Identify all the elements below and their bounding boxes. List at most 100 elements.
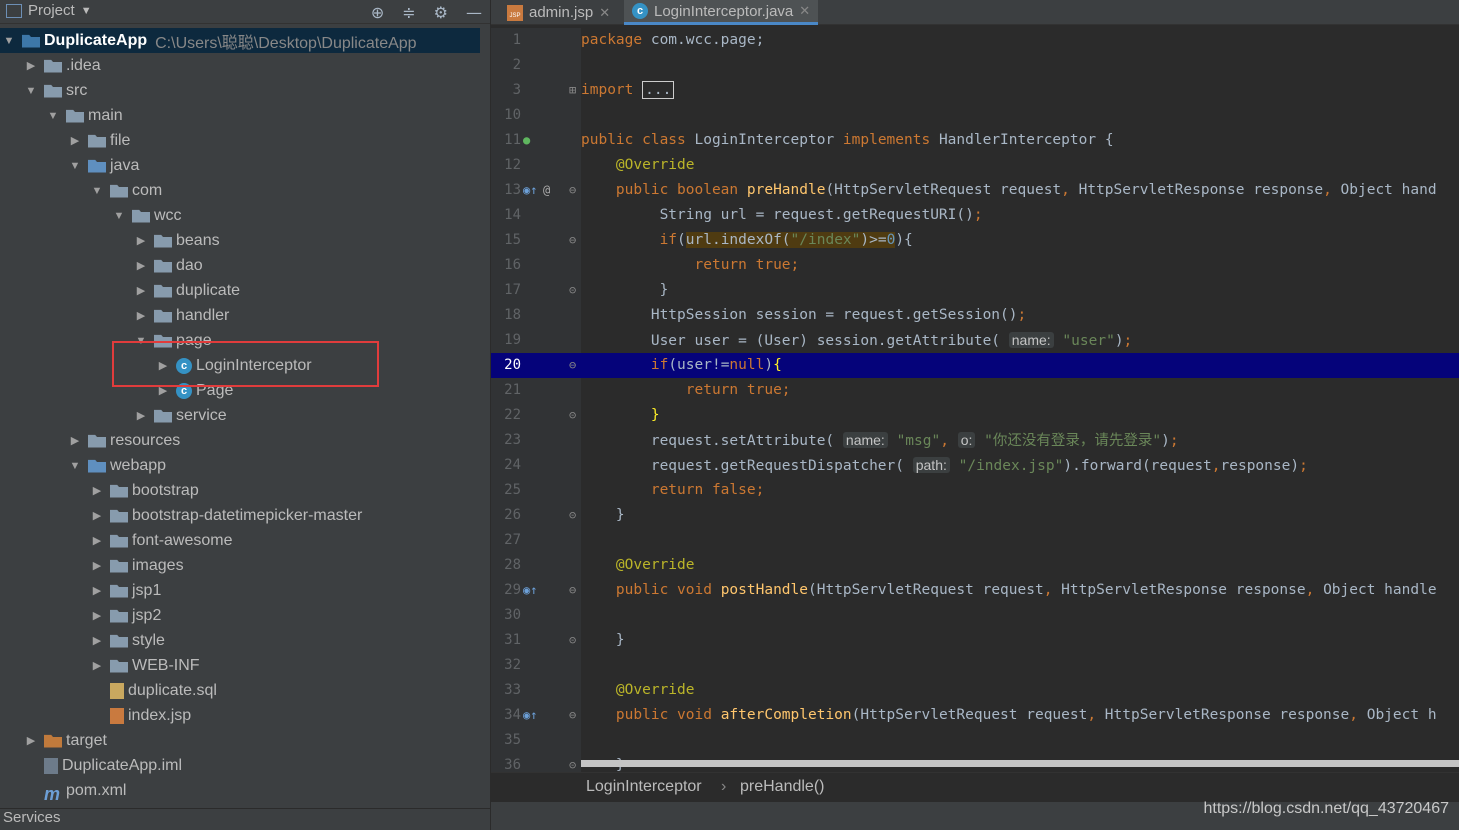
code-line: 13 ◉↑ @ ⊖ public boolean preHandle(HttpServ… [491, 178, 1459, 203]
code-line: 1 package com.wcc.page; [512, 32, 765, 48]
collapsed-arrow-icon[interactable]: ▶ [90, 484, 104, 497]
collapsed-arrow-icon[interactable]: ▶ [134, 409, 148, 422]
tree-item[interactable]: ▶ file [0, 128, 480, 153]
tree-item[interactable]: DuplicateApp.iml [0, 753, 480, 778]
tree-item-label: LoginInterceptor [196, 356, 312, 374]
tree-item-label: DuplicateApp.iml [62, 756, 183, 774]
collapsed-arrow-icon[interactable]: ▶ [90, 559, 104, 572]
services-tab[interactable]: Services [0, 808, 490, 830]
tree-item[interactable]: ▶ resources [0, 428, 480, 453]
expanded-arrow-icon[interactable]: ▼ [112, 210, 126, 222]
tree-item-label: handler [176, 306, 230, 324]
expanded-arrow-icon[interactable]: ▼ [24, 85, 38, 97]
source-folder-icon [88, 159, 106, 173]
implements-method-icon[interactable]: ◉↑ [523, 178, 537, 203]
jsp-file-icon [110, 707, 124, 724]
project-panel-title: Project [28, 2, 75, 19]
tree-item[interactable]: ▼ java [0, 153, 480, 178]
expanded-arrow-icon[interactable]: ▼ [2, 35, 16, 47]
tree-item[interactable]: ▶ bootstrap [0, 478, 480, 503]
close-icon[interactable]: ✕ [799, 3, 810, 19]
close-icon[interactable]: ✕ [599, 5, 610, 21]
collapsed-arrow-icon[interactable]: ▶ [90, 584, 104, 597]
expanded-arrow-icon[interactable]: ▼ [68, 160, 82, 172]
hide-panel-icon[interactable]: — [466, 3, 482, 22]
package-icon [154, 234, 172, 248]
tree-item-label: jsp2 [132, 606, 162, 624]
gear-icon[interactable]: ⚙ [434, 3, 448, 22]
implements-method-icon[interactable]: ◉↑ [523, 703, 537, 728]
collapsed-arrow-icon[interactable]: ▶ [134, 284, 148, 297]
chevron-down-icon: ▼ [80, 4, 92, 17]
tree-item-label: src [66, 81, 88, 99]
tree-item[interactable]: ▶ bootstrap-datetimepicker-master [0, 503, 480, 528]
tab-admin-jsp[interactable]: JSP admin.jsp ✕ [499, 0, 618, 25]
tree-item[interactable]: ▶ font-awesome [0, 528, 480, 553]
implements-method-icon[interactable]: ◉↑ [523, 578, 537, 603]
chevron-right-icon: › [721, 778, 727, 795]
collapsed-arrow-icon[interactable]: ▶ [90, 659, 104, 672]
code-line: 25 return false; [504, 482, 765, 498]
collapsed-arrow-icon[interactable]: ▶ [68, 434, 82, 447]
tree-item[interactable]: ▼ com [0, 178, 480, 203]
tree-item-label: style [132, 631, 165, 649]
project-scrollbar[interactable] [480, 28, 490, 800]
tree-item[interactable]: ▶ jsp1 [0, 578, 480, 603]
tree-item[interactable]: ▶ images [0, 553, 480, 578]
expanded-arrow-icon[interactable]: ▼ [46, 110, 60, 122]
breadcrumb-class[interactable]: LoginInterceptor [586, 778, 702, 796]
spring-bean-icon[interactable]: ● [523, 128, 530, 153]
horizontal-scrollbar[interactable] [581, 760, 1459, 767]
collapsed-arrow-icon[interactable]: ▶ [156, 359, 170, 372]
code-area[interactable]: 1 package com.wcc.page; 2 3 ⊞ import ... 10… [491, 28, 1459, 772]
maven-icon: m [44, 783, 61, 804]
tree-item[interactable]: ▼ DuplicateApp C:\Users\聪聪\Desktop\Duplica… [0, 28, 480, 53]
expanded-arrow-icon[interactable]: ▼ [68, 460, 82, 472]
tree-item[interactable]: ▼ src [0, 78, 480, 103]
tree-item[interactable]: ▶ duplicate [0, 278, 480, 303]
collapsed-arrow-icon[interactable]: ▶ [90, 509, 104, 522]
collapsed-arrow-icon[interactable]: ▶ [90, 534, 104, 547]
tree-item[interactable]: ▶ dao [0, 253, 480, 278]
jsp-file-icon: JSP [507, 4, 523, 21]
code-line: 34 ◉↑ ⊖ public void afterCompletion(HttpSe… [491, 703, 1459, 728]
tree-item[interactable]: ▼ page [0, 328, 480, 353]
tree-item[interactable]: ▶ service [0, 403, 480, 428]
project-view-selector[interactable]: Project ▼ [6, 2, 92, 19]
code-line: 23 request.setAttribute( name: "msg", o:… [504, 432, 1179, 449]
expanded-arrow-icon[interactable]: ▼ [134, 335, 148, 347]
tree-item[interactable]: ▶ .idea [0, 53, 480, 78]
collapsed-arrow-icon[interactable]: ▶ [24, 734, 38, 747]
tree-item[interactable]: ▶ c LoginInterceptor [0, 353, 480, 378]
collapsed-arrow-icon[interactable]: ▶ [156, 384, 170, 397]
tree-item[interactable]: index.jsp [0, 703, 480, 728]
tree-item[interactable]: ▶ WEB-INF [0, 653, 480, 678]
collapsed-arrow-icon[interactable]: ▶ [90, 634, 104, 647]
tree-item[interactable]: m pom.xml [0, 778, 480, 804]
tree-item[interactable]: ▶ target [0, 728, 480, 753]
collapsed-arrow-icon[interactable]: ▶ [24, 59, 38, 72]
tree-item[interactable]: ▼ wcc [0, 203, 480, 228]
tree-item[interactable]: ▶ jsp2 [0, 603, 480, 628]
tree-item[interactable]: ▼ webapp [0, 453, 480, 478]
code-line: 17 ⊝ } [504, 282, 669, 298]
tab-logininterceptor-java[interactable]: c LoginInterceptor.java ✕ [624, 0, 819, 25]
tree-item[interactable]: ▶ c Page [0, 378, 480, 403]
tree-item-label: java [110, 156, 140, 174]
collapsed-arrow-icon[interactable]: ▶ [90, 609, 104, 622]
tree-item[interactable]: ▶ style [0, 628, 480, 653]
collapsed-arrow-icon[interactable]: ▶ [68, 134, 82, 147]
code-line: 14 String url = request.getRequestURI(); [504, 207, 983, 223]
tree-item[interactable]: ▶ beans [0, 228, 480, 253]
collapsed-arrow-icon[interactable]: ▶ [134, 259, 148, 272]
breadcrumb-method[interactable]: preHandle() [740, 778, 824, 796]
collapse-all-icon[interactable]: ≑ [402, 3, 415, 22]
expanded-arrow-icon[interactable]: ▼ [90, 185, 104, 197]
collapsed-arrow-icon[interactable]: ▶ [134, 309, 148, 322]
collapsed-arrow-icon[interactable]: ▶ [134, 234, 148, 247]
tree-item[interactable]: ▼ main [0, 103, 480, 128]
tree-item[interactable]: duplicate.sql [0, 678, 480, 703]
breadcrumb: LoginInterceptor › preHandle() [491, 772, 1459, 802]
tree-item[interactable]: ▶ handler [0, 303, 480, 328]
locate-icon[interactable]: ⊕ [371, 3, 384, 22]
